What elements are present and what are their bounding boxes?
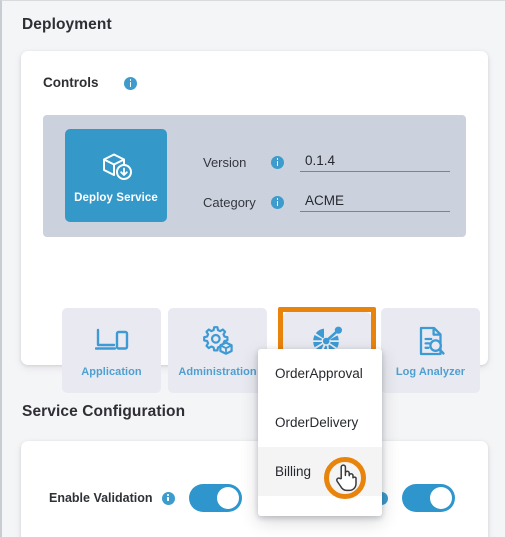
enable-validation-label: Enable Validation [49,491,153,505]
service-configuration-section-title: Service Configuration [22,403,186,420]
dropdown-item-label: OrderApproval [275,366,363,381]
deployment-card: Controls Deploy Service Version 0.1.4 Ca… [21,51,488,394]
deploy-service-button[interactable]: Deploy Service [65,129,167,222]
dropdown-item-label: OrderDelivery [275,415,359,430]
app-page: Deployment Controls Deploy Service Versi… [0,0,505,537]
tile-log-analyzer-label: Log Analyzer [395,365,466,378]
info-icon[interactable] [161,491,175,505]
dropdown-item-order-delivery[interactable]: OrderDelivery [258,398,382,447]
toggle-knob [429,487,452,509]
info-icon[interactable] [271,156,284,169]
dropdown-item-billing[interactable]: Billing [258,447,382,496]
laptop-mobile-icon [94,324,129,358]
service-dropdown-menu[interactable]: OrderApproval OrderDelivery Billing [258,349,382,516]
tile-application[interactable]: Application [62,308,161,393]
dropdown-item-order-approval[interactable]: OrderApproval [258,349,382,398]
package-download-icon [99,148,133,185]
version-field-row: Version [203,153,450,172]
category-label: Category [203,195,256,210]
tile-administration[interactable]: Administration [168,308,267,393]
info-icon[interactable] [271,196,284,209]
enable-validation-toggle[interactable] [188,484,242,512]
enable-validation-row: Enable Validation [49,484,242,512]
version-label: Version [203,155,247,170]
controls-panel: Deploy Service Version Category [43,115,466,237]
deploy-service-label: Deploy Service [74,191,158,204]
tile-administration-label: Administration [178,365,257,378]
version-input[interactable] [300,153,450,172]
tile-log-analyzer[interactable]: Log Analyzer [381,308,480,393]
dropdown-item-label: Billing [275,464,312,479]
service-configuration-card: Enable Validation ild [21,441,488,537]
controls-card-title: Controls [43,75,99,90]
build-toggle[interactable] [401,484,455,512]
tile-application-label: Application [81,365,142,378]
document-search-icon [415,324,447,358]
toggle-knob [216,487,239,509]
category-field-row: Category [203,193,450,212]
deployment-section-title: Deployment [22,16,112,33]
gear-cube-icon [201,324,235,358]
info-icon[interactable] [124,77,137,90]
category-input[interactable] [300,193,450,212]
